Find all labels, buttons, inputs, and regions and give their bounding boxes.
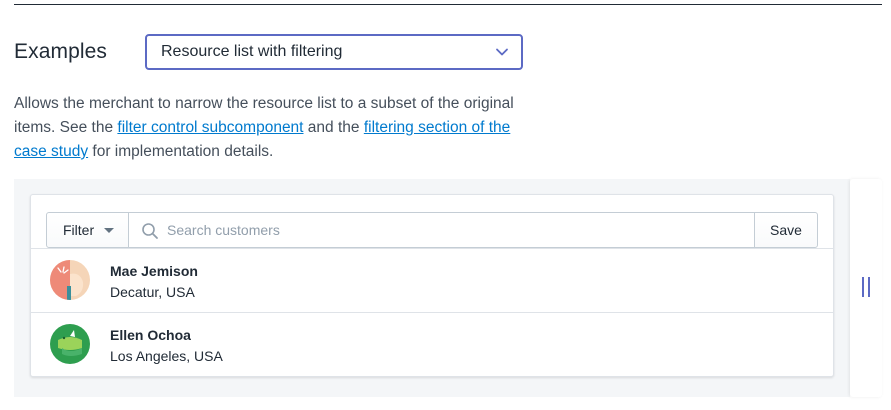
list-item[interactable]: Ellen Ochoa Los Angeles, USA <box>31 312 833 376</box>
resource-list-card: Filter Save Mae Jemison Decatur, USA <box>30 194 834 377</box>
example-description: Allows the merchant to narrow the resour… <box>14 92 514 164</box>
search-field[interactable] <box>129 212 754 248</box>
save-button-label: Save <box>770 222 802 238</box>
customer-name: Ellen Ochoa <box>110 327 191 343</box>
filter-bar: Filter Save <box>46 212 818 248</box>
example-select-value: Resource list with filtering <box>161 43 343 60</box>
filter-button[interactable]: Filter <box>46 212 129 248</box>
resize-grip-icon <box>862 277 870 297</box>
search-icon <box>142 223 158 239</box>
filter-control-link[interactable]: filter control subcomponent <box>117 119 303 136</box>
avatar-icon <box>50 324 90 364</box>
description-text-2: and the <box>303 119 364 136</box>
description-text-3: for implementation details. <box>88 143 274 160</box>
examples-header: Examples Resource list with filtering <box>14 34 523 70</box>
customer-location: Decatur, USA <box>110 284 195 300</box>
customer-name: Mae Jemison <box>110 263 198 279</box>
filter-button-label: Filter <box>63 222 95 238</box>
customer-list: Mae Jemison Decatur, USA Ellen Ochoa Los… <box>31 248 833 376</box>
resize-handle[interactable] <box>850 179 882 397</box>
search-input[interactable] <box>165 214 729 246</box>
caret-down-icon <box>104 227 115 233</box>
section-divider <box>14 4 882 5</box>
list-item[interactable]: Mae Jemison Decatur, USA <box>31 248 833 312</box>
avatar-icon <box>50 260 90 300</box>
chevron-down-icon <box>496 48 508 56</box>
customer-location: Los Angeles, USA <box>110 348 223 364</box>
examples-heading: Examples <box>14 40 108 63</box>
save-button[interactable]: Save <box>754 212 818 248</box>
example-select[interactable]: Resource list with filtering <box>145 34 523 70</box>
